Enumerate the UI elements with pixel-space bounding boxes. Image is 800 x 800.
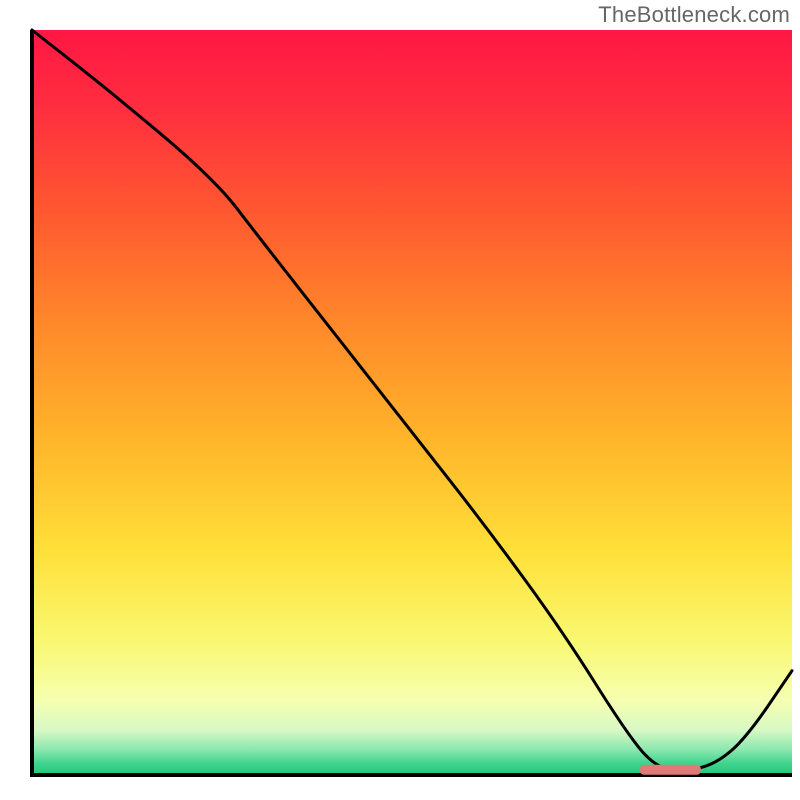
plot-background bbox=[32, 30, 792, 775]
chart-container: { "watermark": "TheBottleneck.com", "cha… bbox=[0, 0, 800, 800]
chart-svg bbox=[0, 0, 800, 800]
minimum-marker bbox=[640, 765, 701, 775]
